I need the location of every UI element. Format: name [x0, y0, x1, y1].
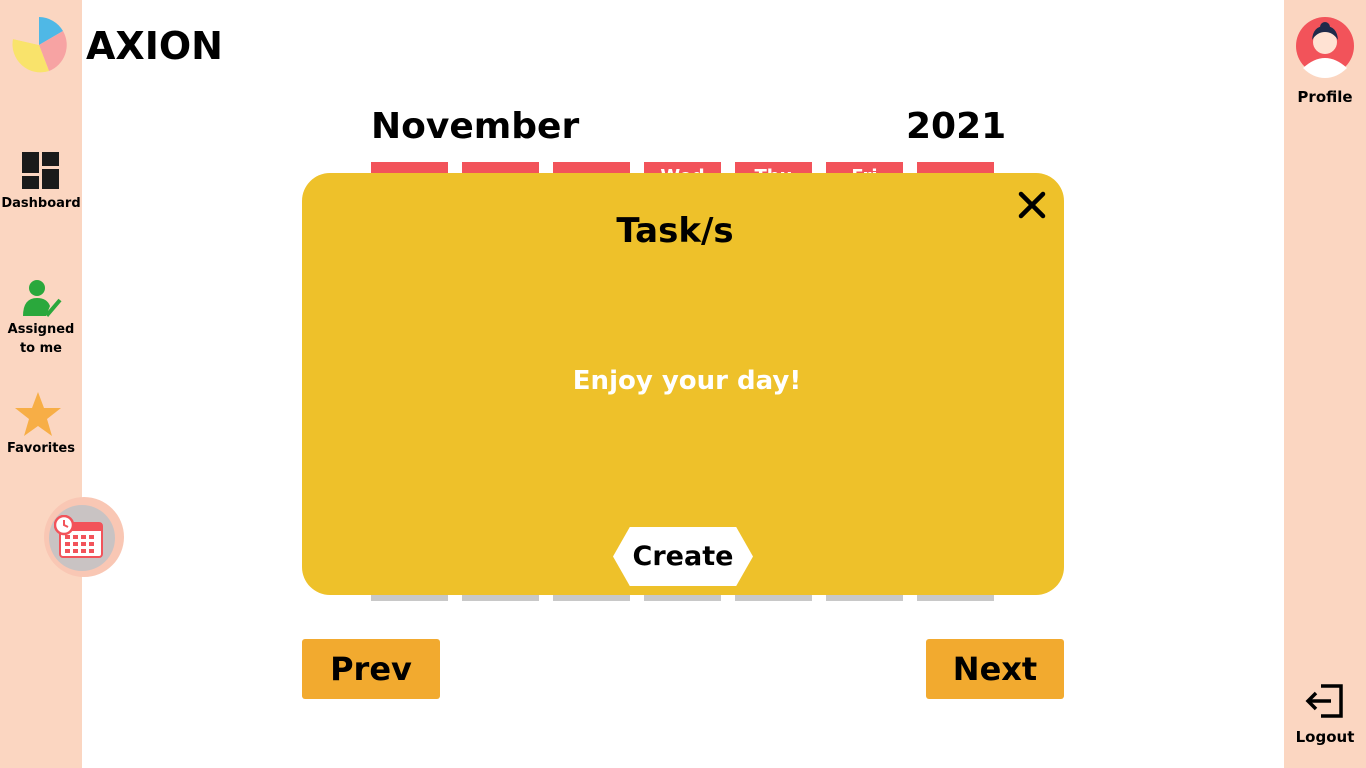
tasks-modal: Task/s Enjoy your day! Create [302, 173, 1064, 595]
logout-label: Logout [1295, 728, 1355, 746]
left-sidebar: Dashboard Assigned to me Favorites [0, 0, 124, 768]
sidebar-item-label: Assigned [7, 322, 75, 337]
logout-icon [1305, 684, 1343, 718]
sidebar-item-label: Favorites [7, 441, 75, 456]
prev-month-button[interactable]: Prev [302, 639, 440, 699]
sidebar-item-dashboard[interactable]: Dashboard [0, 152, 82, 213]
next-month-button[interactable]: Next [926, 639, 1064, 699]
brand-name: AXION [86, 24, 223, 68]
user-check-icon [23, 280, 62, 317]
right-sidebar: Profile Logout [1284, 0, 1366, 768]
pie-chart-logo-icon [12, 17, 67, 73]
app-root: Dashboard Assigned to me Favorites AXION… [0, 0, 1366, 768]
year-title: 2021 [906, 106, 1007, 147]
empty-tasks-message: Enjoy your day! [572, 366, 802, 396]
profile-button[interactable]: Profile [1284, 14, 1366, 106]
sidebar-item-favorites[interactable]: Favorites [0, 391, 82, 458]
create-task-button[interactable]: Create [613, 527, 753, 586]
sidebar-item-label: Dashboard [1, 196, 81, 211]
month-title: November [371, 106, 580, 147]
logout-button[interactable]: Logout [1284, 682, 1366, 746]
close-icon[interactable] [1016, 189, 1048, 221]
sidebar-item-assigned[interactable]: Assigned to me [0, 278, 82, 358]
star-icon [15, 392, 61, 436]
sidebar-item-label: to me [19, 341, 63, 356]
calendar-clock-icon [54, 515, 103, 558]
profile-label: Profile [1297, 88, 1353, 106]
calendar-nav-button[interactable] [44, 497, 124, 577]
modal-title: Task/s [616, 211, 734, 251]
avatar-icon [1296, 17, 1354, 78]
dashboard-grid-icon [22, 152, 59, 189]
